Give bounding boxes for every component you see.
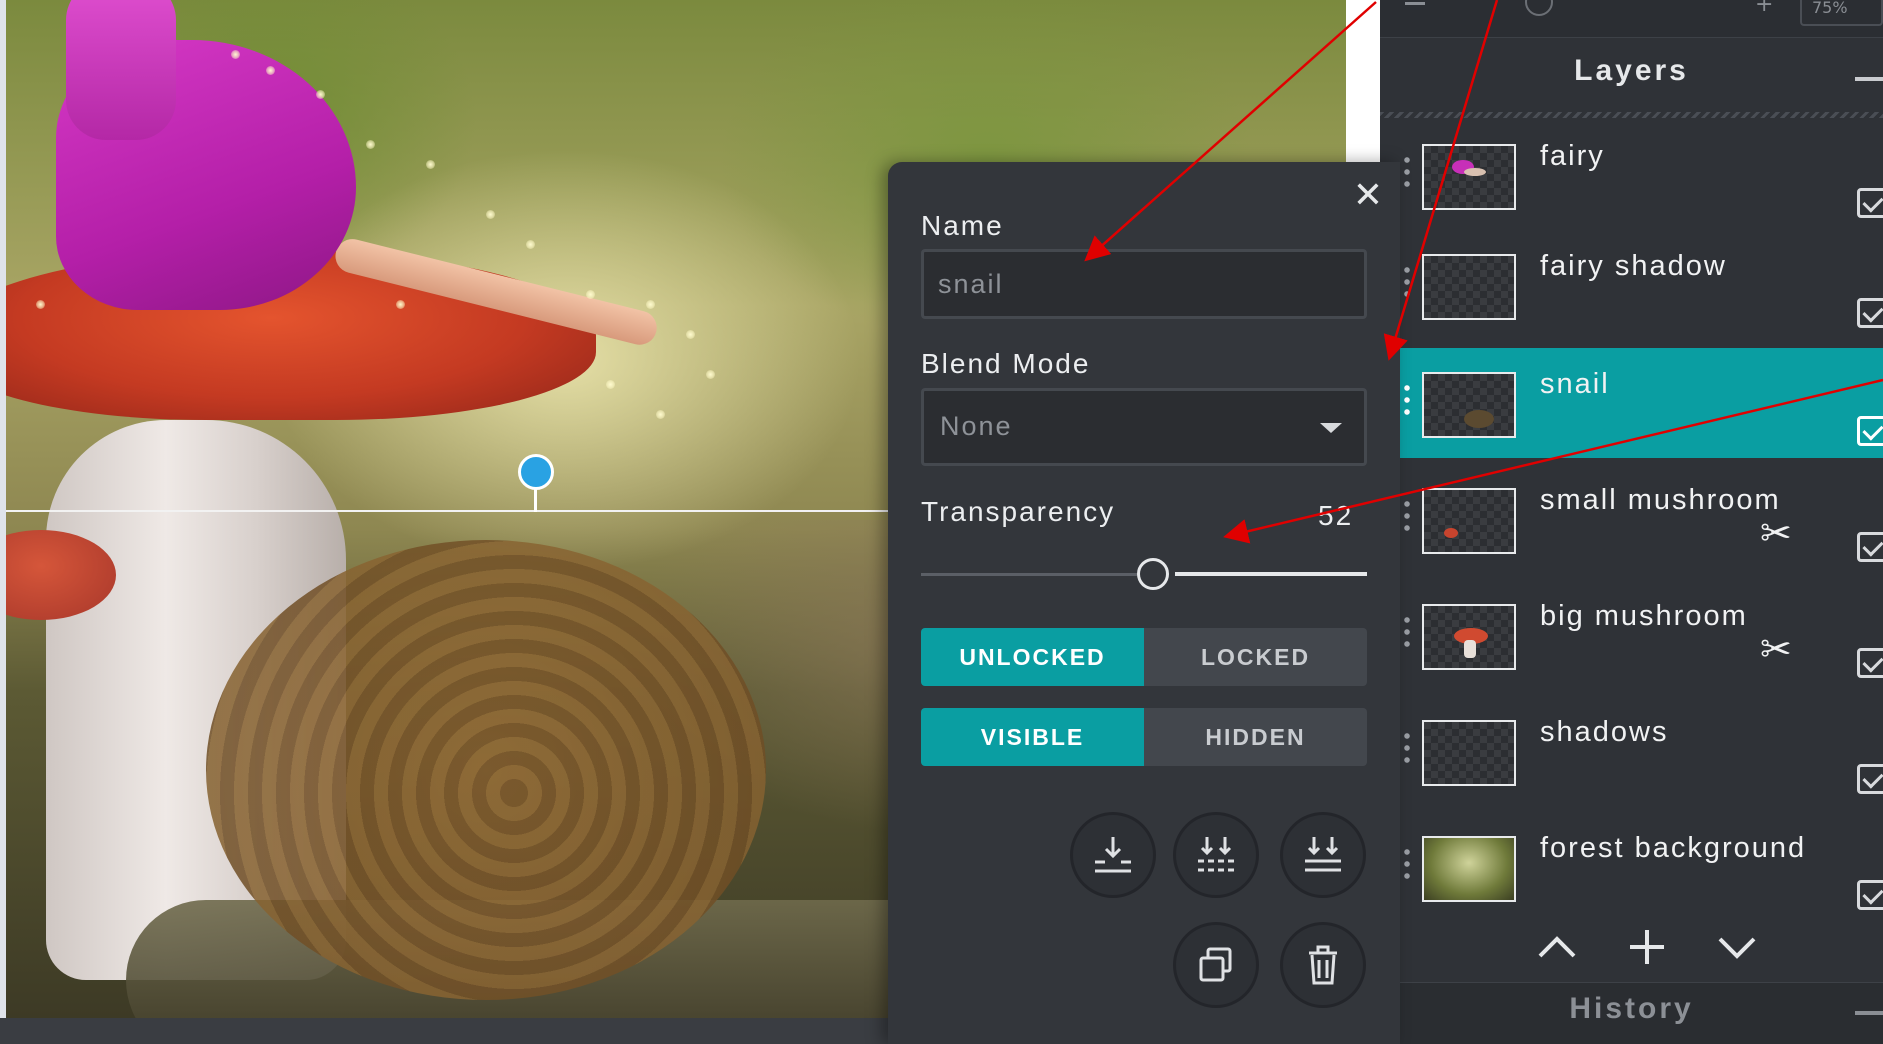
sparkle <box>706 370 715 379</box>
transparency-slider-track-filled[interactable] <box>1175 572 1367 576</box>
delete-layer-button[interactable] <box>1280 922 1366 1008</box>
flatten-button[interactable] <box>1280 812 1366 898</box>
sparkle <box>686 330 695 339</box>
sparkle <box>646 300 655 309</box>
layer-name: fairy <box>1540 140 1605 172</box>
layer-thumbnail <box>1422 488 1516 554</box>
layer-name-input[interactable] <box>921 249 1367 319</box>
layers-panel-title: Layers <box>1574 54 1689 87</box>
layer-row-fairy-shadow[interactable]: fairy shadow <box>1400 230 1883 340</box>
zoom-level-field[interactable]: 75% <box>1800 0 1883 26</box>
delete-icon <box>1309 945 1337 985</box>
layer-visibility-checkbox[interactable] <box>1857 532 1883 562</box>
duplicate-icon <box>1199 947 1232 982</box>
layer-visibility-checkbox[interactable] <box>1857 416 1883 446</box>
layer-name: fairy shadow <box>1540 250 1727 282</box>
move-layer-up-icon[interactable] <box>1532 922 1582 972</box>
layer-visibility-checkbox[interactable] <box>1857 298 1883 328</box>
layer-thumbnail <box>1422 254 1516 320</box>
sparkle <box>426 160 435 169</box>
sparkle <box>606 380 615 389</box>
guide-handle[interactable] <box>518 454 554 490</box>
transparency-label: Transparency <box>921 496 1116 527</box>
clipping-mask-icon[interactable]: ✂ <box>1760 630 1792 668</box>
layer-name: shadows <box>1540 716 1669 748</box>
duplicate-layer-button[interactable] <box>1173 922 1259 1008</box>
add-layer-icon[interactable] <box>1622 922 1672 972</box>
drag-handle-icon[interactable] <box>1404 498 1410 534</box>
name-label: Name <box>921 210 1004 241</box>
chevron-down-icon <box>1320 423 1342 433</box>
drag-handle-icon[interactable] <box>1404 614 1410 650</box>
history-panel-title: History <box>1569 992 1694 1025</box>
horizon-guide-line[interactable] <box>6 510 896 512</box>
layer-visibility-checkbox[interactable] <box>1857 188 1883 218</box>
transparency-slider-track[interactable] <box>921 573 1137 576</box>
layer-thumbnail <box>1422 144 1516 210</box>
visibility-toggle: VISIBLE HIDDEN <box>921 708 1367 766</box>
drag-handle-icon[interactable] <box>1404 264 1410 300</box>
layer-row-snail[interactable]: snail <box>1400 348 1883 458</box>
layer-row-shadows[interactable]: shadows <box>1400 696 1883 806</box>
locked-button[interactable]: LOCKED <box>1144 628 1367 686</box>
zoom-out-icon[interactable] <box>1405 2 1425 5</box>
sparkle <box>316 90 325 99</box>
layer-name: snail <box>1540 368 1610 400</box>
layer-thumbnail <box>1422 836 1516 902</box>
layer-row-fairy[interactable]: fairy <box>1400 120 1883 230</box>
move-layer-down-icon[interactable] <box>1712 922 1762 972</box>
drag-handle-icon[interactable] <box>1404 382 1410 418</box>
blend-mode-label: Blend Mode <box>921 348 1091 379</box>
unlocked-button[interactable]: UNLOCKED <box>921 628 1144 686</box>
sparkle <box>366 140 375 149</box>
layer-visibility-checkbox[interactable] <box>1857 764 1883 794</box>
layer-row-big-mushroom[interactable]: big mushroom ✂ <box>1400 580 1883 690</box>
layer-row-forest-background[interactable]: forest background <box>1400 812 1883 922</box>
collapse-history-icon[interactable] <box>1855 1011 1883 1015</box>
sparkle <box>36 300 45 309</box>
clipping-mask-icon[interactable]: ✂ <box>1760 514 1792 552</box>
layer-name: big mushroom <box>1540 600 1748 632</box>
blend-mode-select[interactable]: None <box>921 388 1367 466</box>
drag-handle-icon[interactable] <box>1404 846 1410 882</box>
layer-name: forest background <box>1540 832 1807 864</box>
drag-handle-icon[interactable] <box>1404 154 1410 190</box>
zoom-in-icon[interactable]: + <box>1755 0 1773 17</box>
layer-thumbnail <box>1422 720 1516 786</box>
sparkle <box>656 410 665 419</box>
merge-down-button[interactable] <box>1070 812 1156 898</box>
layer-row-small-mushroom[interactable]: small mushroom ✂ <box>1400 464 1883 574</box>
collapse-layers-icon[interactable] <box>1855 77 1883 81</box>
sparkle <box>486 210 495 219</box>
visible-button[interactable]: VISIBLE <box>921 708 1144 766</box>
panel-separator <box>1380 112 1883 118</box>
fairy-torso <box>66 0 176 140</box>
sparkle <box>396 300 405 309</box>
layer-visibility-checkbox[interactable] <box>1857 648 1883 678</box>
layer-order-controls <box>1380 922 1883 972</box>
guide-handle-stem <box>534 488 537 512</box>
blend-mode-value: None <box>940 411 1013 441</box>
layer-visibility-checkbox[interactable] <box>1857 880 1883 910</box>
transparency-value: 52 <box>1318 500 1354 531</box>
layer-thumbnail <box>1422 604 1516 670</box>
flatten-icon <box>1305 837 1341 872</box>
merge-visible-icon <box>1198 837 1234 872</box>
sparkle <box>586 290 595 299</box>
merge-visible-button[interactable] <box>1173 812 1259 898</box>
merge-down-icon <box>1095 837 1131 873</box>
hidden-button[interactable]: HIDDEN <box>1144 708 1367 766</box>
layer-name: small mushroom <box>1540 484 1781 516</box>
transparency-slider-thumb[interactable] <box>1137 558 1169 590</box>
sparkle <box>266 66 275 75</box>
sparkle <box>526 240 535 249</box>
lock-toggle: UNLOCKED LOCKED <box>921 628 1367 686</box>
layer-thumbnail <box>1422 372 1516 438</box>
close-icon[interactable]: ✕ <box>1352 178 1384 214</box>
sparkle <box>231 50 240 59</box>
snail-shell <box>206 540 766 1000</box>
drag-handle-icon[interactable] <box>1404 730 1410 766</box>
